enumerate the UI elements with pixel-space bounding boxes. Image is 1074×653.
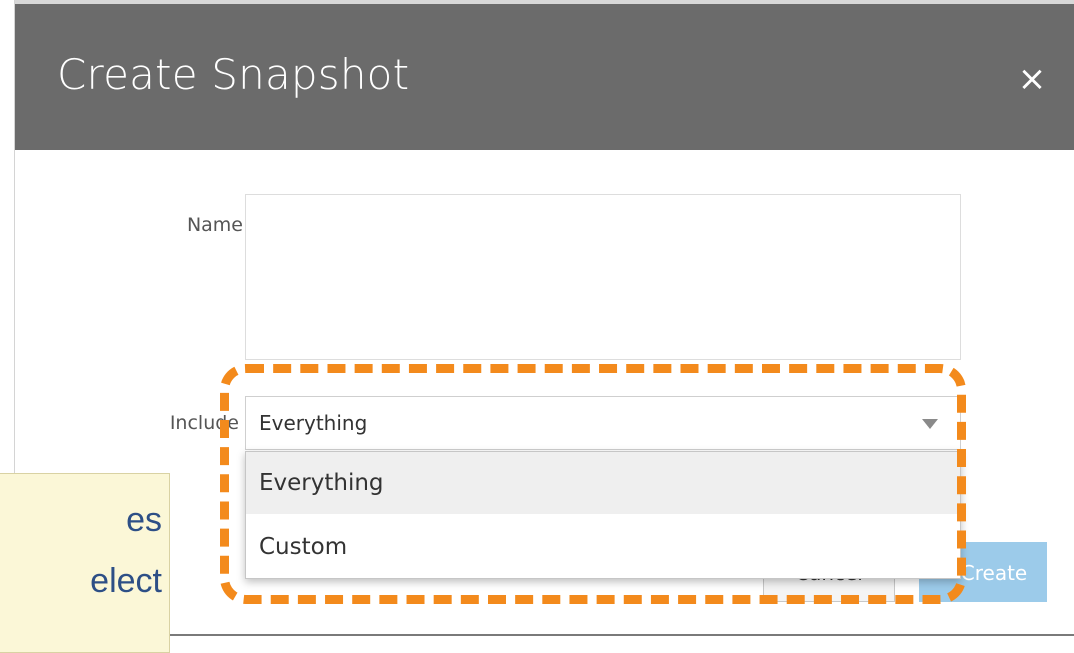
close-icon[interactable]: × bbox=[1015, 62, 1049, 96]
name-field[interactable] bbox=[245, 194, 961, 360]
dialog-bottom-border bbox=[15, 634, 1074, 636]
callout-note: es elect bbox=[0, 473, 170, 653]
include-label: Include bbox=[169, 412, 239, 434]
dialog-header: Create Snapshot × bbox=[15, 0, 1074, 150]
include-option-everything[interactable]: Everything bbox=[246, 452, 960, 514]
include-selected-value: Everything bbox=[259, 411, 368, 435]
name-label: Name bbox=[186, 214, 243, 236]
chevron-down-icon[interactable] bbox=[922, 419, 938, 429]
include-dropdown-menu: Everything Custom bbox=[245, 451, 961, 579]
create-snapshot-dialog: Create Snapshot × Name Include Everythin… bbox=[14, 0, 1074, 641]
dialog-title: Create Snapshot bbox=[57, 50, 410, 99]
include-option-custom[interactable]: Custom bbox=[246, 516, 960, 578]
include-select[interactable]: Everything bbox=[245, 396, 961, 450]
callout-line-2: elect bbox=[90, 562, 162, 600]
callout-line-1: es bbox=[126, 501, 162, 539]
